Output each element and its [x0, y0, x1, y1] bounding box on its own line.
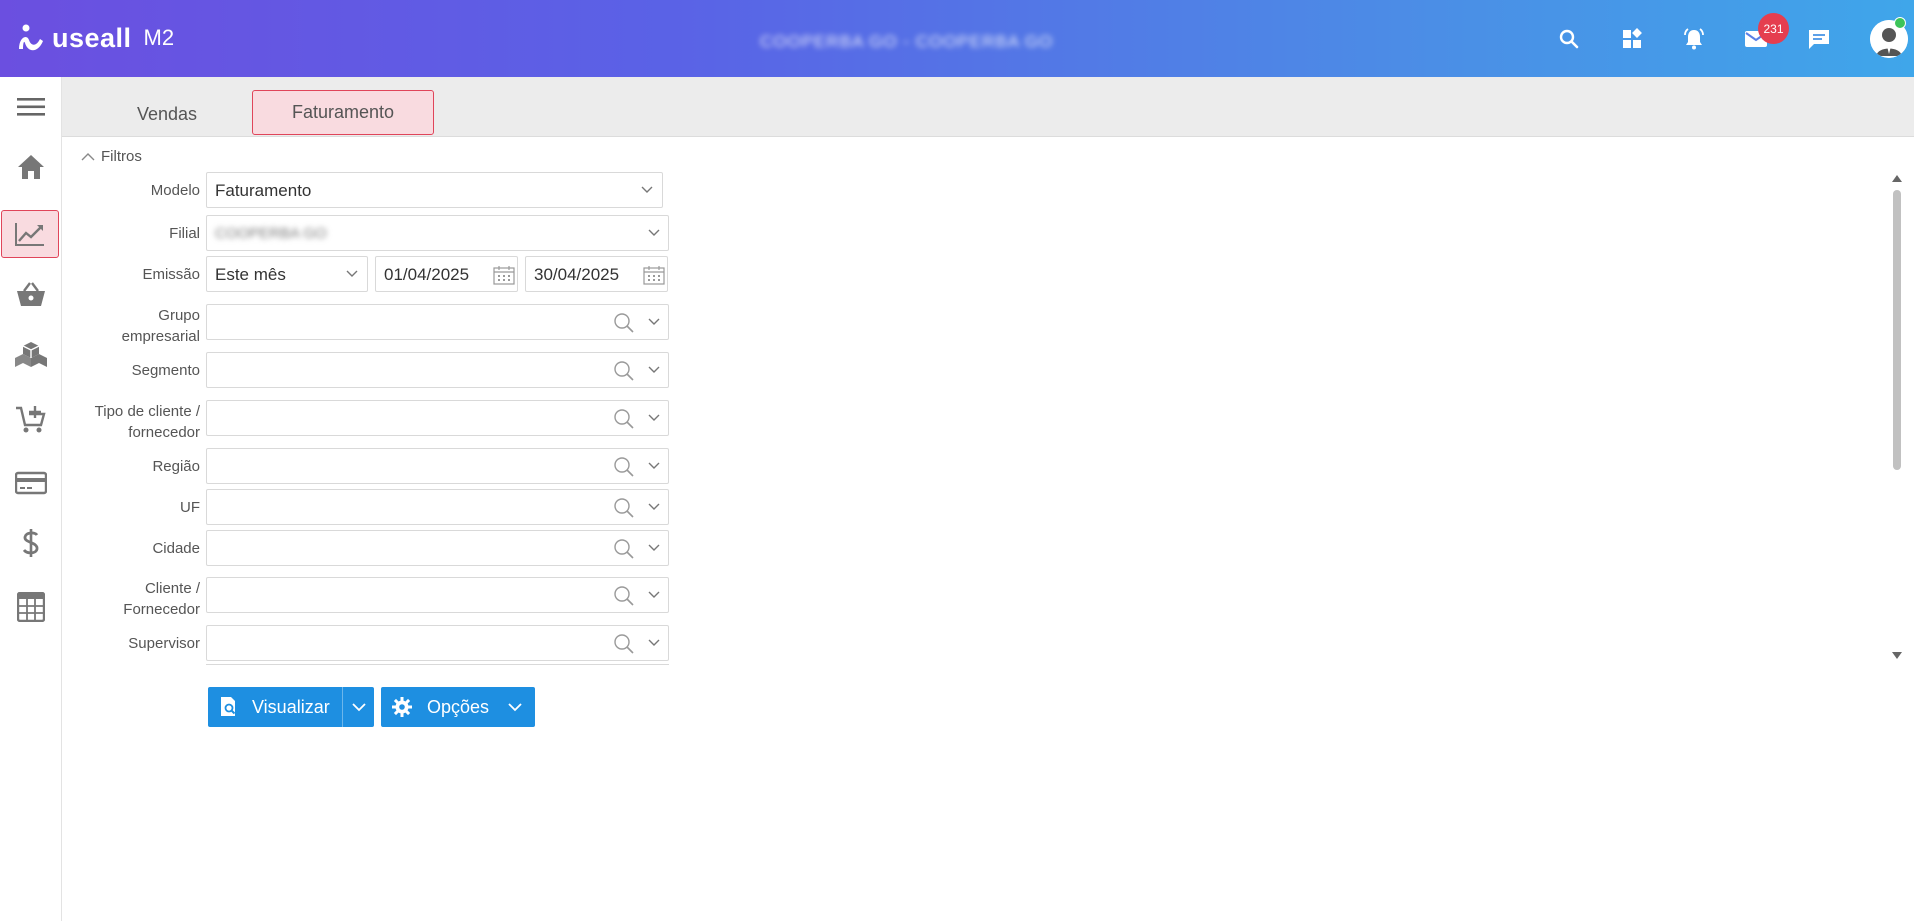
emissao-period-select[interactable]: Este mês [206, 256, 368, 292]
grupo-empresarial-select[interactable] [206, 304, 669, 340]
opcoes-button[interactable]: Opções [381, 687, 535, 727]
search-icon[interactable] [613, 408, 635, 430]
search-icon[interactable] [613, 538, 635, 560]
modelo-value: Faturamento [215, 181, 312, 200]
uf-label: UF [180, 499, 200, 516]
online-status-dot [1894, 17, 1906, 29]
emissao-end-date[interactable]: 30/04/2025 [525, 256, 668, 292]
chevron-up-icon [81, 152, 95, 160]
apps-icon[interactable] [1617, 24, 1647, 54]
segmento-label: Segmento [131, 362, 200, 379]
chevron-down-icon [648, 462, 660, 469]
chevron-down-icon [648, 639, 660, 646]
emissao-period-value: Este mês [215, 265, 286, 284]
preview-icon [221, 697, 236, 716]
chevron-down-icon [346, 270, 358, 277]
filters-label: Filtros [101, 148, 142, 165]
supervisor-select[interactable] [206, 625, 669, 661]
vertical-scrollbar[interactable] [1890, 170, 1904, 670]
uf-select[interactable] [206, 489, 669, 525]
logo-text: useall [52, 22, 132, 53]
grupo-empresarial-label: Grupo empresarial [122, 305, 200, 347]
scroll-down-icon[interactable] [1891, 650, 1903, 660]
basket-icon[interactable] [0, 269, 62, 319]
chevron-down-icon [648, 318, 660, 325]
chart-icon[interactable] [1, 210, 59, 258]
tab-faturamento[interactable]: Faturamento [252, 90, 434, 135]
search-icon[interactable] [613, 312, 635, 334]
tipo-cliente-label: Tipo de cliente / fornecedor [95, 401, 200, 443]
regiao-label: Região [152, 458, 200, 475]
chevron-down-icon [648, 414, 660, 421]
tipo-label-line2: fornecedor [128, 424, 200, 441]
emissao-end-value: 30/04/2025 [534, 265, 620, 284]
chevron-down-icon [648, 544, 660, 551]
bell-icon[interactable] [1679, 24, 1709, 54]
chevron-down-icon [641, 186, 653, 193]
modelo-label: Modelo [150, 182, 200, 199]
search-icon[interactable] [1554, 24, 1584, 54]
search-icon[interactable] [613, 497, 635, 519]
emissao-label: Emissão [142, 266, 200, 283]
calculator-icon[interactable] [0, 582, 62, 632]
search-icon[interactable] [613, 585, 635, 607]
cliente-fornecedor-label: Cliente / Fornecedor [123, 578, 200, 620]
next-field-edge [206, 664, 669, 670]
cliente-fornecedor-select[interactable] [206, 577, 669, 613]
chevron-down-icon [648, 366, 660, 373]
emissao-start-date[interactable]: 01/04/2025 [375, 256, 518, 292]
tipo-label-line1: Tipo de cliente / [94, 403, 200, 420]
useall-logo-icon [19, 24, 43, 51]
visualizar-label: Visualizar [252, 696, 330, 717]
dollar-icon[interactable] [0, 518, 62, 568]
chevron-down-icon [648, 591, 660, 598]
logo-version: M2 [143, 25, 175, 50]
top-header: useall M2 COOPERBA GO - COOPERBA GO 231 [0, 0, 1914, 77]
supervisor-label: Supervisor [128, 635, 200, 652]
tipo-cliente-select[interactable] [206, 400, 669, 436]
boxes-icon[interactable] [0, 330, 62, 380]
filial-select[interactable]: COOPERBA GO [206, 215, 669, 251]
segmento-select[interactable] [206, 352, 669, 388]
cart-add-icon[interactable] [0, 395, 62, 445]
opcoes-label: Opções [427, 696, 490, 717]
scrollbar-thumb[interactable] [1893, 190, 1901, 470]
cidade-select[interactable] [206, 530, 669, 566]
app-logo[interactable]: useall M2 [16, 18, 174, 58]
chevron-down-icon [648, 503, 660, 510]
calendar-icon[interactable] [643, 265, 665, 285]
company-name: COOPERBA GO - COOPERBA GO [760, 32, 1054, 51]
search-icon[interactable] [613, 360, 635, 382]
visualizar-button[interactable]: Visualizar [208, 687, 374, 727]
tab-vendas[interactable]: Vendas [102, 91, 232, 137]
filters-toggle[interactable]: Filtros [80, 148, 142, 165]
cliente-label-line1: Cliente / [144, 580, 200, 597]
cidade-label: Cidade [152, 540, 200, 557]
gear-icon [392, 697, 412, 717]
calendar-icon[interactable] [493, 265, 515, 285]
scroll-up-icon[interactable] [1891, 174, 1903, 184]
notification-badge: 231 [1758, 13, 1789, 44]
cliente-label-line2: Fornecedor [123, 601, 200, 618]
home-icon[interactable] [0, 142, 62, 192]
grupo-label-line1: Grupo [158, 307, 200, 324]
chevron-down-icon[interactable] [507, 701, 523, 713]
regiao-select[interactable] [206, 448, 669, 484]
modelo-select[interactable]: Faturamento [206, 172, 663, 208]
filial-value: COOPERBA GO [215, 225, 327, 242]
chevron-down-icon[interactable] [351, 701, 367, 713]
grupo-label-line2: empresarial [121, 328, 200, 345]
side-navigation [0, 77, 62, 921]
filial-label: Filial [169, 225, 200, 242]
search-icon[interactable] [613, 633, 635, 655]
menu-icon[interactable] [0, 82, 62, 132]
search-icon[interactable] [613, 456, 635, 478]
emissao-start-value: 01/04/2025 [384, 265, 470, 284]
chevron-down-icon [648, 229, 660, 236]
card-icon[interactable] [0, 458, 62, 508]
tab-bar: Vendas Faturamento [62, 77, 1914, 137]
chat-icon[interactable] [1804, 24, 1834, 54]
